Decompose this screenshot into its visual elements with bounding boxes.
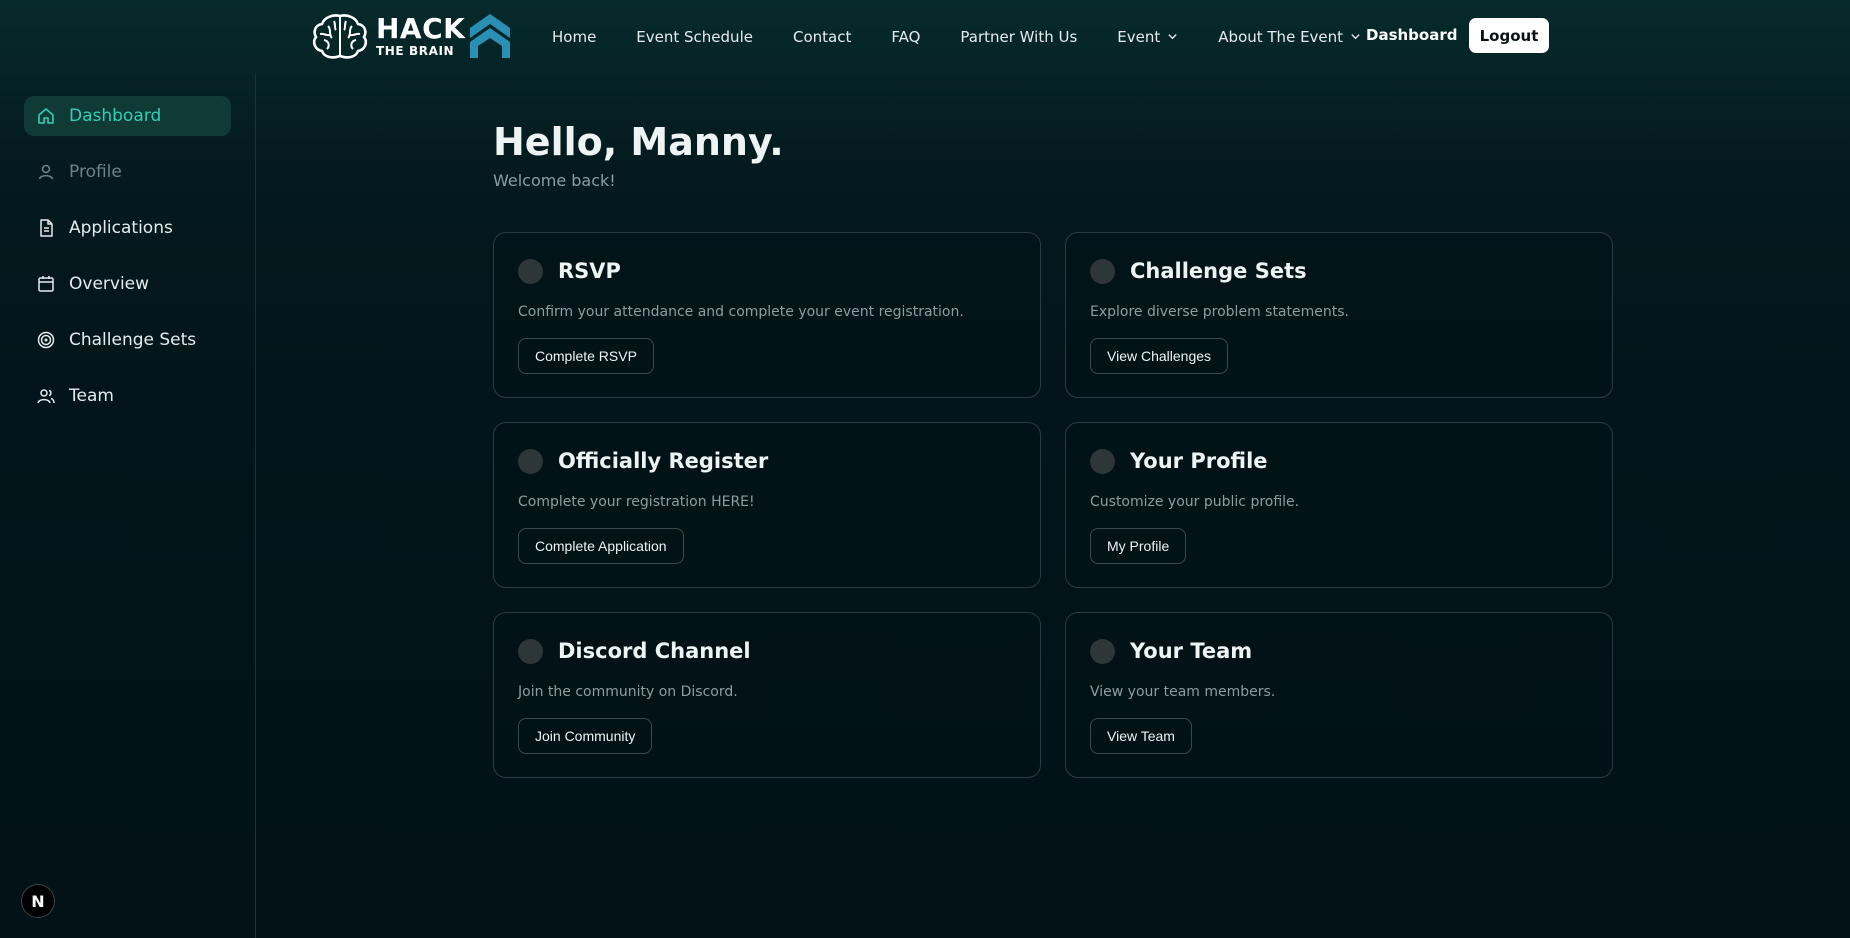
nav-event-label: Event	[1117, 27, 1161, 46]
brand-line1: HACK	[376, 12, 466, 45]
sidebar-item-label: Challenge Sets	[69, 330, 197, 350]
nav-faq-label: FAQ	[891, 27, 921, 46]
card-description: Customize your public profile.	[1090, 494, 1300, 510]
card-discord-channel: Discord Channel Join the community on Di…	[493, 612, 1041, 778]
view-team-button[interactable]: View Team	[1090, 718, 1192, 754]
chevron-down-icon	[1351, 34, 1360, 40]
card-your-profile: Your Profile Customize your public profi…	[1065, 422, 1613, 588]
nav-about-label: About The Event	[1218, 27, 1344, 46]
card-title: RSVP	[558, 259, 621, 283]
sidebar-item-label: Overview	[69, 274, 150, 294]
nav-partner-label: Partner With Us	[960, 27, 1078, 46]
chevron-logo-icon	[470, 14, 510, 58]
logout-button[interactable]: Logout	[1469, 18, 1549, 53]
card-officially-register: Officially Register Complete your regist…	[493, 422, 1041, 588]
nav-home[interactable]: Home	[552, 28, 596, 46]
sidebar-item-label: Dashboard	[69, 106, 162, 126]
status-indicator	[1090, 639, 1115, 664]
brand-wordmark: HACK THE BRAIN	[376, 12, 466, 58]
nav-event-schedule-label: Event Schedule	[636, 27, 753, 46]
sidebar-item-applications[interactable]: Applications	[24, 208, 231, 248]
view-challenges-button[interactable]: View Challenges	[1090, 338, 1229, 374]
nav-links: Home Event Schedule Contact FAQ Partner …	[552, 0, 1401, 73]
brand-line2: THE BRAIN	[376, 44, 455, 58]
sidebar-item-profile[interactable]: Profile	[24, 152, 231, 192]
card-title: Your Team	[1130, 639, 1253, 663]
status-indicator	[1090, 449, 1115, 474]
target-icon	[37, 331, 55, 349]
sidebar: Dashboard Profile Applications Overview …	[0, 73, 256, 938]
nav-contact-label: Contact	[792, 27, 852, 46]
sidebar-item-overview[interactable]: Overview	[24, 264, 231, 304]
nav-dashboard-link[interactable]: Dashboard	[1366, 26, 1457, 44]
nav-event-dropdown[interactable]: Event	[1117, 28, 1178, 46]
card-description: Join the community on Discord.	[518, 684, 738, 700]
brand-logo[interactable]: HACK THE BRAIN	[310, 10, 465, 62]
dev-badge[interactable]: N	[21, 884, 55, 918]
card-title: Discord Channel	[558, 639, 751, 663]
nav-contact[interactable]: Contact	[793, 28, 851, 46]
card-description: Explore diverse problem statements.	[1090, 304, 1349, 320]
card-description: Complete your registration HERE!	[518, 494, 755, 510]
status-indicator	[518, 259, 543, 284]
page-subtitle: Welcome back!	[493, 171, 616, 190]
nav-home-label: Home	[552, 27, 597, 46]
status-indicator	[518, 639, 543, 664]
status-indicator	[1090, 259, 1115, 284]
nav-event-schedule[interactable]: Event Schedule	[636, 28, 753, 46]
sidebar-item-label: Applications	[69, 218, 173, 238]
sidebar-item-challenge-sets[interactable]: Challenge Sets	[24, 320, 231, 360]
calendar-icon	[38, 276, 54, 292]
card-description: Confirm your attendance and complete you…	[518, 304, 964, 320]
user-icon	[38, 164, 54, 180]
my-profile-button[interactable]: My Profile	[1090, 528, 1187, 564]
home-icon	[38, 108, 54, 124]
top-nav: HACK THE BRAIN Home Event Schedule Conta…	[0, 0, 1850, 73]
sidebar-item-label: Team	[69, 386, 114, 406]
page-title: Hello, Manny.	[493, 120, 784, 164]
card-description: View your team members.	[1090, 684, 1276, 700]
sidebar-item-dashboard[interactable]: Dashboard	[24, 96, 231, 136]
complete-application-button[interactable]: Complete Application	[518, 528, 684, 564]
card-your-team: Your Team View your team members. View T…	[1065, 612, 1613, 778]
document-icon	[40, 219, 53, 237]
complete-rsvp-button[interactable]: Complete RSVP	[518, 338, 654, 374]
card-title: Challenge Sets	[1130, 259, 1307, 283]
users-icon	[37, 389, 55, 404]
nav-about-dropdown[interactable]: About The Event	[1218, 28, 1361, 46]
sidebar-item-team[interactable]: Team	[24, 376, 231, 416]
nav-faq[interactable]: FAQ	[891, 28, 920, 46]
brain-icon	[312, 14, 368, 59]
card-challenge-sets: Challenge Sets Explore diverse problem s…	[1065, 232, 1613, 398]
card-title: Officially Register	[558, 449, 769, 473]
card-title: Your Profile	[1130, 449, 1268, 473]
chevron-down-icon	[1168, 34, 1177, 40]
sidebar-item-label: Profile	[69, 162, 122, 182]
nav-partner[interactable]: Partner With Us	[960, 28, 1077, 46]
status-indicator	[518, 449, 543, 474]
card-rsvp: RSVP Confirm your attendance and complet…	[493, 232, 1041, 398]
join-community-button[interactable]: Join Community	[518, 718, 653, 754]
